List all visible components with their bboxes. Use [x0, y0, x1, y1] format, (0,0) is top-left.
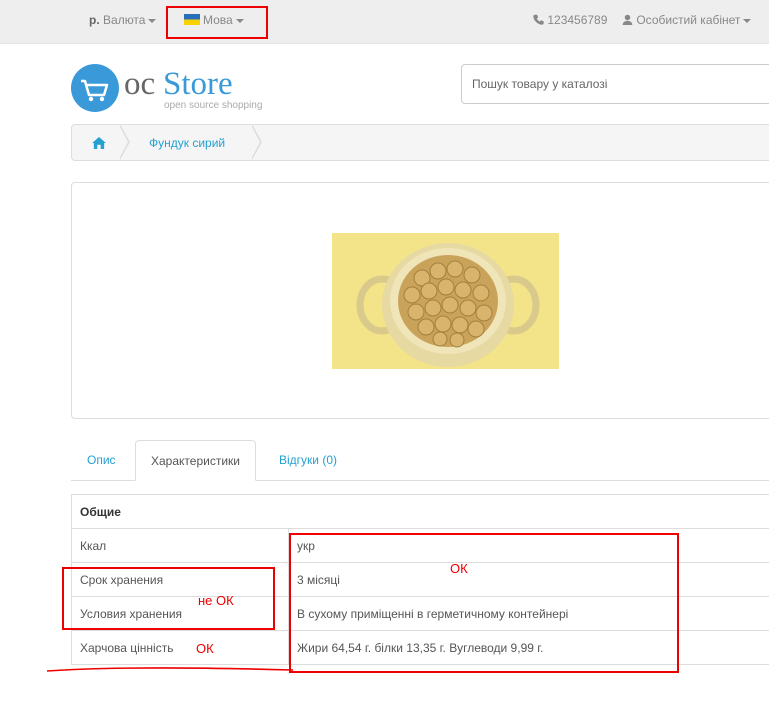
home-icon	[92, 137, 106, 149]
currency-dropdown[interactable]: р. Валюта	[89, 13, 157, 27]
logo-text-oc: oc	[124, 66, 156, 102]
currency-label: Валюта	[103, 13, 146, 27]
caret-down-icon	[148, 18, 157, 23]
breadcrumb-separator	[251, 124, 262, 160]
tab-description[interactable]: Опис	[72, 440, 131, 480]
breadcrumb: Фундук сирий	[71, 124, 769, 161]
caret-down-icon	[743, 18, 752, 23]
logo-tagline: open source shopping	[164, 100, 263, 111]
annotation-not-ok-label: не ОК	[198, 593, 234, 608]
search-input[interactable]	[461, 64, 769, 104]
user-icon	[622, 14, 633, 25]
annotation-box-names	[62, 567, 275, 630]
logo-text-store: Store	[163, 66, 233, 102]
annotation-underline	[46, 667, 294, 672]
annotation-box-language	[166, 6, 268, 39]
account-label: Особистий кабінет	[636, 13, 741, 27]
phone-icon	[533, 14, 544, 25]
tab-specifications[interactable]: Характеристики	[135, 440, 256, 481]
account-dropdown[interactable]: Особистий кабінет	[622, 13, 752, 27]
currency-symbol: р.	[89, 13, 100, 27]
breadcrumb-home[interactable]	[72, 125, 122, 160]
store-logo[interactable]: oc Store open source shopping	[71, 64, 271, 114]
spec-name: Ккал	[71, 528, 289, 563]
tab-reviews[interactable]: Відгуки (0)	[264, 440, 352, 480]
breadcrumb-separator	[119, 124, 130, 160]
product-tabs: Опис Характеристики Відгуки (0)	[71, 440, 769, 481]
top-bar: р. Валюта Мова 123456789 Особистий кабін…	[0, 0, 769, 44]
annotation-box-values	[289, 533, 679, 673]
breadcrumb-item-product[interactable]: Фундук сирий	[149, 136, 225, 150]
product-image[interactable]	[332, 233, 559, 369]
phone-link[interactable]: 123456789	[533, 13, 607, 27]
annotation-ok-label: ОК	[196, 641, 214, 656]
phone-number: 123456789	[547, 13, 608, 27]
spec-name: Харчова цінність	[71, 630, 289, 665]
annotation-ok-label: ОК	[450, 561, 468, 576]
spec-group-header: Общие	[71, 494, 769, 529]
cart-logo-icon	[71, 64, 119, 112]
